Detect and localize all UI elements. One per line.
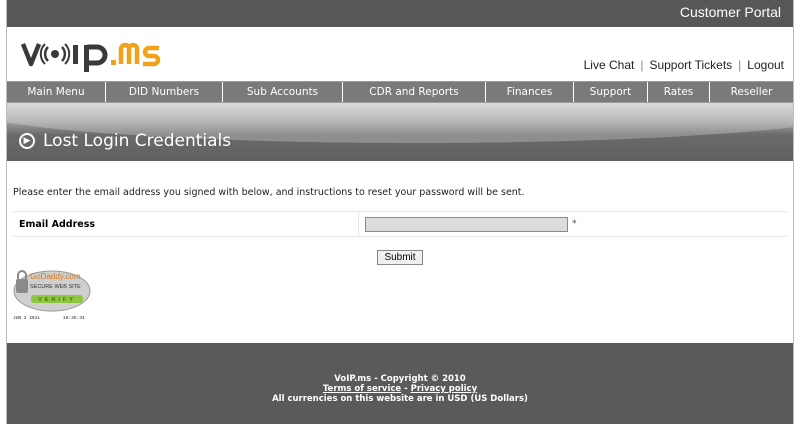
intro-text: Please enter the email address you signe… xyxy=(13,187,525,198)
footer-copyright: VoIP.ms - Copyright © 2010 xyxy=(334,374,466,384)
nav-finances[interactable]: Finances xyxy=(486,82,574,102)
nav-rates[interactable]: Rates xyxy=(648,82,710,102)
nav-cdr-reports[interactable]: CDR and Reports xyxy=(343,82,486,102)
header-links: Live Chat | Support Tickets | Logout xyxy=(583,58,784,72)
submit-wrap: Submit xyxy=(7,245,793,265)
required-mark: * xyxy=(572,219,577,229)
header: Live Chat | Support Tickets | Logout xyxy=(7,27,793,81)
footer-links: Terms of service - Privacy policy xyxy=(7,384,793,394)
page-title-text: Lost Login Credentials xyxy=(43,131,232,151)
portal-title: Customer Portal xyxy=(679,4,781,20)
nav-main-menu[interactable]: Main Menu xyxy=(7,82,106,102)
page-banner: ▶ Lost Login Credentials xyxy=(7,103,793,161)
support-tickets-link[interactable]: Support Tickets xyxy=(649,58,732,72)
nav-reseller[interactable]: Reseller xyxy=(710,82,793,102)
terms-link[interactable]: Terms of service xyxy=(323,384,401,394)
page-title: ▶ Lost Login Credentials xyxy=(19,131,231,151)
seal-date: JUN 3 2011 xyxy=(13,315,40,321)
chevron-right-icon: ▶ xyxy=(19,133,35,149)
footer: VoIP.ms - Copyright © 2010 Terms of serv… xyxy=(7,343,793,424)
seal-verify: VERIFY xyxy=(38,297,76,303)
email-label: Email Address xyxy=(13,212,359,236)
nav-support[interactable]: Support xyxy=(574,82,648,102)
seal-line: SECURE WEB SITE xyxy=(30,284,81,290)
live-chat-link[interactable]: Live Chat xyxy=(584,58,635,72)
email-field-cell: * xyxy=(359,212,577,236)
nav-did-numbers[interactable]: DID Numbers xyxy=(106,82,223,102)
footer-dash: - xyxy=(401,384,411,394)
logout-link[interactable]: Logout xyxy=(747,58,784,72)
voipms-logo[interactable] xyxy=(21,36,191,72)
privacy-link[interactable]: Privacy policy xyxy=(411,384,477,394)
submit-button[interactable]: Submit xyxy=(377,250,423,265)
godaddy-secure-seal[interactable]: GoDaddy.com SECURE WEB SITE VERIFY JUN 3… xyxy=(7,269,97,321)
seal-time: 19:45:34 xyxy=(63,315,85,321)
footer-currency: All currencies on this website are in US… xyxy=(272,394,528,404)
email-field[interactable] xyxy=(365,216,568,232)
page: Customer Portal Live Chat | Support Ticke xyxy=(6,0,794,424)
seal-brand: GoDaddy.com xyxy=(30,272,81,281)
nav-sub-accounts[interactable]: Sub Accounts xyxy=(223,82,343,102)
main-nav: Main Menu DID Numbers Sub Accounts CDR a… xyxy=(7,81,793,103)
email-row: Email Address * xyxy=(13,211,787,237)
top-bar: Customer Portal xyxy=(7,0,793,27)
